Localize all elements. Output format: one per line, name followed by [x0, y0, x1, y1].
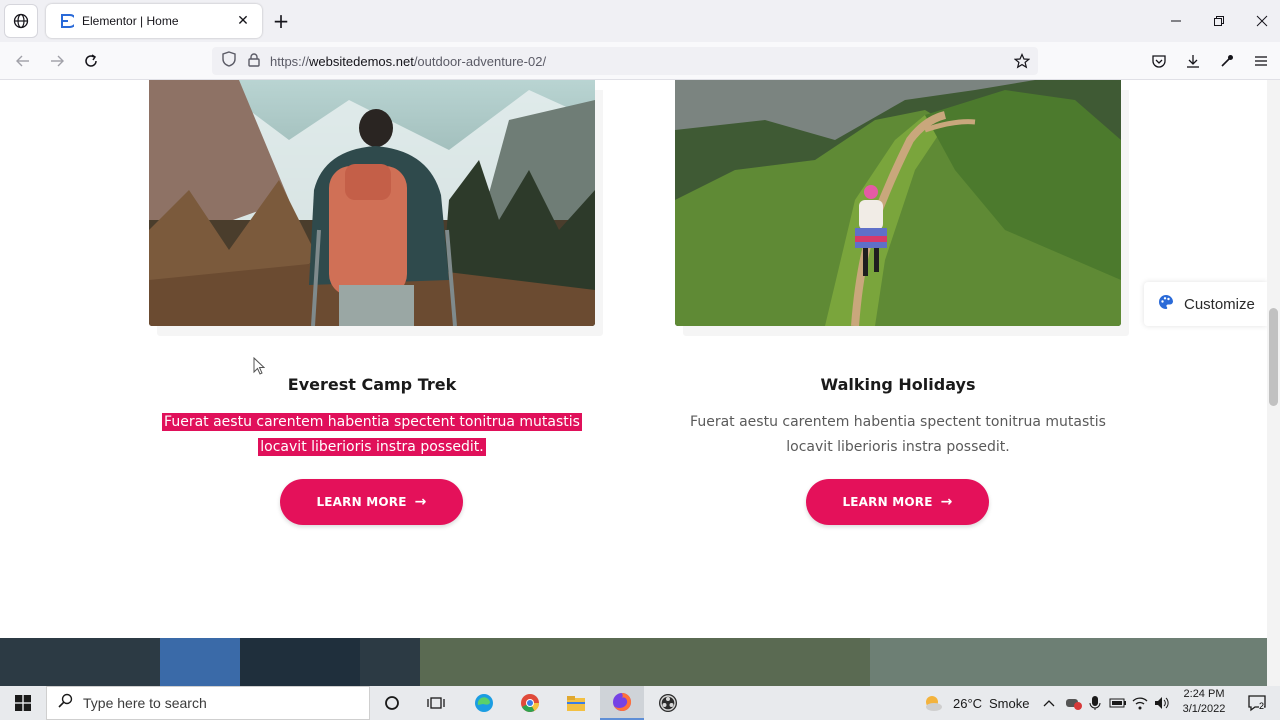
walking-holidays-image	[675, 80, 1121, 326]
url-bar[interactable]: https://websitedemos.net/outdoor-adventu…	[212, 47, 1038, 75]
url-host: websitedemos.net	[309, 53, 414, 69]
reload-icon[interactable]	[80, 50, 102, 72]
site-favicon-icon	[58, 13, 77, 29]
globe-icon[interactable]	[4, 4, 38, 38]
battery-icon[interactable]	[1108, 686, 1128, 720]
learn-more-button-walking[interactable]: LEARN MORE →	[806, 479, 989, 525]
notification-center-icon[interactable]: 2	[1240, 686, 1274, 720]
firefox-browser-icon[interactable]	[600, 686, 644, 720]
search-placeholder: Type here to search	[83, 695, 207, 711]
chevron-up-icon[interactable]	[1040, 686, 1058, 720]
weather-temperature[interactable]: 26°C	[953, 696, 982, 711]
description-line-2: locavit liberioris instra possedit.	[786, 439, 1010, 455]
windows-taskbar: Type here to search 26°C Smoke 2:24 PM 3…	[0, 686, 1280, 720]
close-window-icon[interactable]	[1248, 8, 1276, 34]
arrow-right-icon: →	[414, 494, 427, 510]
browser-nav-bar: https://websitedemos.net/outdoor-adventu…	[0, 42, 1280, 80]
weather-icon[interactable]	[918, 686, 948, 720]
back-icon[interactable]	[12, 50, 34, 72]
chrome-browser-icon[interactable]	[508, 686, 552, 720]
restore-icon[interactable]	[1205, 8, 1233, 34]
bookmark-star-icon[interactable]	[1013, 53, 1031, 73]
tab-close-icon[interactable]: ✕	[234, 13, 252, 29]
button-label: LEARN MORE	[842, 495, 933, 509]
minimize-icon[interactable]	[1162, 8, 1190, 34]
tracking-shield-icon[interactable]	[222, 51, 236, 71]
clock-date: 3/1/2022	[1182, 703, 1226, 715]
walking-holidays-description: Fuerat aestu carentem habentia spectent …	[675, 410, 1121, 460]
volume-icon[interactable]	[1152, 686, 1172, 720]
selected-text-line-1: Fuerat aestu carentem habentia spectent …	[162, 413, 582, 431]
customize-button[interactable]: Customize	[1144, 282, 1267, 326]
wifi-icon[interactable]	[1130, 686, 1150, 720]
pocket-icon[interactable]	[1148, 50, 1170, 72]
notification-count: 2	[1259, 701, 1265, 711]
eyedropper-icon[interactable]	[1216, 50, 1238, 72]
weather-description[interactable]: Smoke	[989, 696, 1029, 711]
obs-studio-icon[interactable]	[646, 686, 690, 720]
everest-camp-trek-description: Fuerat aestu carentem habentia spectent …	[149, 410, 595, 460]
web-page: Everest Camp Trek Fuerat aestu carentem …	[0, 80, 1267, 638]
forward-icon[interactable]	[46, 50, 68, 72]
everest-camp-trek-title: Everest Camp Trek	[287, 375, 457, 394]
mouse-cursor-icon	[253, 356, 266, 379]
taskbar-search-input[interactable]: Type here to search	[46, 686, 370, 720]
description-line-1: Fuerat aestu carentem habentia spectent …	[690, 414, 1106, 430]
url-scheme: https://	[270, 53, 310, 69]
menu-icon[interactable]	[1250, 50, 1272, 72]
button-label: LEARN MORE	[316, 495, 407, 509]
edge-browser-icon[interactable]	[462, 686, 506, 720]
browser-tab[interactable]: Elementor | Home ✕	[46, 4, 262, 38]
lock-icon[interactable]	[248, 52, 260, 71]
microphone-icon[interactable]	[1086, 686, 1104, 720]
learn-more-button-everest[interactable]: LEARN MORE →	[280, 479, 463, 525]
browser-tab-bar: Elementor | Home ✕ +	[0, 0, 1280, 42]
tab-title: Elementor | Home	[82, 14, 179, 28]
palette-icon	[1158, 294, 1174, 314]
network-alert-icon[interactable]	[1062, 686, 1084, 720]
windows-start-icon[interactable]	[0, 686, 46, 720]
clock-time: 2:24 PM	[1183, 688, 1225, 700]
url-path: /outdoor-adventure-02/	[413, 53, 547, 69]
file-explorer-icon[interactable]	[554, 686, 598, 720]
customize-label: Customize	[1184, 295, 1255, 313]
task-view-icon[interactable]	[414, 686, 458, 720]
download-icon[interactable]	[1182, 50, 1204, 72]
page-scrollbar[interactable]	[1267, 80, 1280, 686]
everest-camp-trek-image	[149, 80, 595, 326]
url-text[interactable]: https://websitedemos.net/outdoor-adventu…	[270, 54, 546, 69]
selected-text-line-2: locavit liberioris instra possedit.	[258, 438, 486, 456]
walking-holidays-title: Walking Holidays	[820, 375, 976, 394]
next-section-background-image	[0, 638, 1267, 686]
scrollbar-thumb[interactable]	[1269, 308, 1278, 406]
arrow-right-icon: →	[940, 494, 953, 510]
new-tab-icon[interactable]: +	[270, 10, 292, 32]
search-icon	[57, 693, 73, 713]
system-clock[interactable]: 2:24 PM 3/1/2022	[1172, 687, 1236, 717]
cortana-icon[interactable]	[370, 686, 414, 720]
